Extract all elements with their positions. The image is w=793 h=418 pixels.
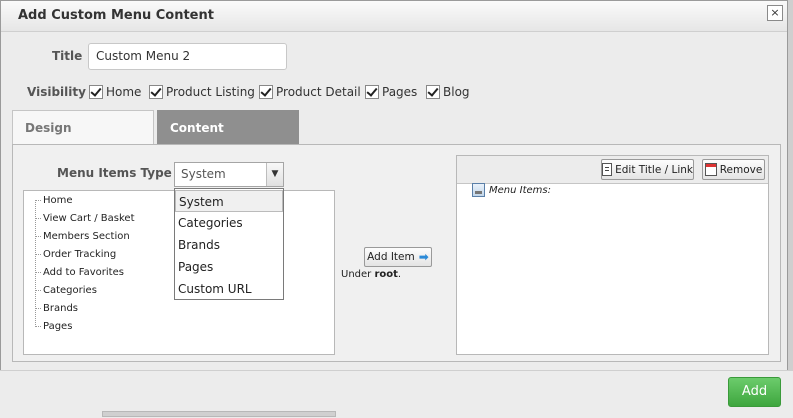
tree-item[interactable]: Add to Favorites xyxy=(36,267,124,278)
type-option-categories[interactable]: Categories xyxy=(175,212,283,234)
visibility-home-checkbox[interactable]: Home xyxy=(89,85,141,99)
type-option-system[interactable]: System xyxy=(175,190,283,212)
tab-content[interactable]: Content xyxy=(157,110,299,144)
selected-type: System xyxy=(181,167,226,181)
menu-items-root[interactable]: Menu Items: xyxy=(472,183,551,197)
check-icon xyxy=(365,85,379,99)
check-icon xyxy=(426,85,440,99)
chevron-down-icon[interactable]: ▼ xyxy=(266,163,283,186)
check-icon xyxy=(149,85,163,99)
tree-item[interactable]: View Cart / Basket xyxy=(36,213,134,224)
tree-item[interactable]: Order Tracking xyxy=(36,249,116,260)
type-option-brands[interactable]: Brands xyxy=(175,234,283,256)
type-option-pages[interactable]: Pages xyxy=(175,256,283,278)
add-item-button[interactable]: Add Item ➡ xyxy=(364,247,432,267)
visibility-product-listing-checkbox[interactable]: Product Listing xyxy=(149,85,255,99)
tab-design[interactable]: Design xyxy=(12,110,154,144)
dialog-title: Add Custom Menu Content xyxy=(18,8,214,23)
menu-items-type-select[interactable]: System ▼ xyxy=(174,162,284,187)
title-label: Title xyxy=(52,49,83,63)
folder-icon xyxy=(472,183,485,197)
remove-button[interactable]: Remove xyxy=(702,159,765,180)
visibility-blog-checkbox[interactable]: Blog xyxy=(426,85,470,99)
tree-item[interactable]: Members Section xyxy=(36,231,130,242)
visibility-product-detail-checkbox[interactable]: Product Detail xyxy=(259,85,361,99)
type-option-custom-url[interactable]: Custom URL xyxy=(175,278,283,300)
tree-item[interactable]: Home xyxy=(36,195,73,206)
under-root-text: Under root. xyxy=(341,269,402,280)
close-icon[interactable]: × xyxy=(767,5,783,21)
tree-item[interactable]: Brands xyxy=(36,303,78,314)
edit-icon xyxy=(602,163,613,176)
tree-item[interactable]: Pages xyxy=(36,321,72,332)
edit-title-link-button[interactable]: Edit Title / Link xyxy=(601,159,694,180)
tree-item[interactable]: Categories xyxy=(36,285,97,296)
visibility-label: Visibility xyxy=(27,85,86,99)
add-button[interactable]: Add xyxy=(728,377,781,407)
check-icon xyxy=(259,85,273,99)
title-input[interactable]: Custom Menu 2 xyxy=(88,43,287,70)
menu-items-type-dropdown: System Categories Brands Pages Custom UR… xyxy=(174,188,284,300)
remove-icon xyxy=(704,163,717,176)
check-icon xyxy=(89,85,103,99)
scrollbar[interactable] xyxy=(102,411,336,417)
dialog-titlebar: Add Custom Menu Content xyxy=(1,1,787,32)
arrow-right-icon: ➡ xyxy=(418,250,429,264)
menu-items-type-label: Menu Items Type xyxy=(57,166,172,180)
visibility-pages-checkbox[interactable]: Pages xyxy=(365,85,417,99)
